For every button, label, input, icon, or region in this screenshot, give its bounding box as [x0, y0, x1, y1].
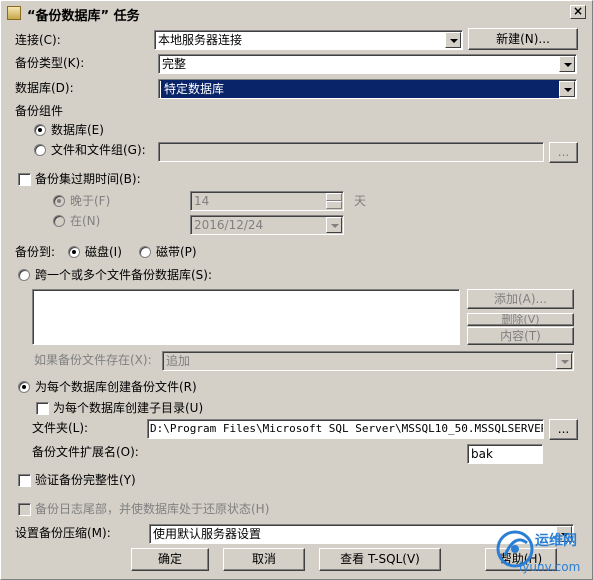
backup-to-disk-label: 磁盘(I): [85, 245, 122, 259]
expiry-days-value: 14: [194, 194, 210, 208]
component-files-radio[interactable]: [34, 144, 46, 156]
expiry-label: 备份集过期时间(B):: [35, 172, 141, 186]
expiry-checkbox[interactable]: [18, 173, 31, 186]
per-db-subdir-label: 为每个数据库创建子目录(U): [53, 401, 204, 415]
folder-browse-button[interactable]: ...: [549, 419, 578, 440]
if-exists-value: 追加: [166, 354, 191, 368]
chevron-down-icon[interactable]: [559, 56, 575, 72]
backup-to-tape-label: 磁带(P): [156, 245, 197, 259]
spin-up-icon[interactable]: [326, 193, 342, 201]
span-files-radio[interactable]: [18, 269, 30, 281]
database-label: 数据库(D):: [15, 81, 74, 95]
expiry-on-radio[interactable]: [53, 215, 65, 227]
component-files-label: 文件和文件组(G):: [51, 143, 146, 157]
extension-input[interactable]: bak: [467, 444, 543, 464]
chevron-down-icon[interactable]: [326, 217, 342, 233]
ok-button[interactable]: 确定: [131, 548, 209, 571]
tail-log-label: 备份日志尾部，并使数据库处于还原状态(H): [35, 502, 270, 516]
database-select[interactable]: 特定数据库: [158, 79, 577, 99]
tail-log-checkbox[interactable]: [18, 503, 31, 516]
new-connection-button[interactable]: 新建(N)...: [468, 28, 578, 50]
cancel-button[interactable]: 取消: [223, 548, 305, 571]
compression-label: 设置备份压缩(M):: [15, 526, 111, 540]
folder-label: 文件夹(L):: [32, 421, 89, 435]
per-db-subdir-checkbox[interactable]: [36, 402, 49, 415]
connection-label: 连接(C):: [15, 33, 61, 47]
per-db-file-radio[interactable]: [18, 381, 30, 393]
watermark-en-text: iyunv.com: [519, 560, 580, 574]
per-db-file-label: 为每个数据库创建备份文件(R): [35, 380, 197, 394]
filegroup-browse-button[interactable]: ...: [549, 142, 578, 163]
expiry-days-input[interactable]: 14: [190, 191, 344, 211]
if-exists-select[interactable]: 追加: [162, 351, 574, 371]
backup-database-dialog: “备份数据库” 任务 × 连接(C): 本地服务器连接 新建(N)... 备份类…: [0, 0, 593, 580]
backup-to-tape-radio[interactable]: [139, 246, 151, 258]
component-database-radio[interactable]: [34, 124, 46, 136]
expiry-after-radio[interactable]: [53, 195, 65, 207]
view-tsql-button[interactable]: 查看 T-SQL(V): [319, 548, 441, 571]
contents-button[interactable]: 内容(T): [467, 327, 574, 345]
compression-value: 使用默认服务器设置: [153, 527, 262, 541]
component-database-label: 数据库(E): [51, 123, 104, 137]
extension-label: 备份文件扩展名(O):: [32, 445, 139, 459]
expiry-days-unit: 天: [354, 194, 367, 208]
add-file-button[interactable]: 添加(A)...: [467, 289, 574, 309]
span-files-label: 跨一个或多个文件备份数据库(S):: [35, 268, 213, 282]
chevron-down-icon[interactable]: [445, 32, 461, 48]
backup-files-list[interactable]: [32, 289, 460, 345]
remove-file-button[interactable]: 删除(V): [467, 313, 574, 326]
expiry-on-label: 在(N): [70, 214, 101, 228]
close-button[interactable]: ×: [570, 5, 586, 19]
backup-component-label: 备份组件: [15, 104, 64, 118]
verify-checkbox[interactable]: [18, 474, 31, 487]
filegroup-field[interactable]: [158, 142, 544, 162]
database-value: 特定数据库: [161, 80, 559, 98]
window-title: “备份数据库” 任务: [27, 9, 140, 24]
backup-type-value: 完整: [162, 57, 187, 71]
backup-to-label: 备份到:: [15, 245, 56, 259]
watermark-cn-text: 运维网: [535, 532, 577, 549]
connection-select[interactable]: 本地服务器连接: [154, 30, 463, 50]
chevron-down-icon[interactable]: [556, 353, 572, 369]
title-bar: “备份数据库” 任务 ×: [3, 3, 590, 24]
backup-type-label: 备份类型(K):: [15, 56, 85, 70]
verify-label: 验证备份完整性(Y): [35, 473, 136, 487]
connection-value: 本地服务器连接: [158, 33, 243, 47]
folder-input[interactable]: D:\Program Files\Microsoft SQL Server\MS…: [147, 419, 544, 439]
spin-down-icon[interactable]: [326, 201, 342, 209]
if-exists-label: 如果备份文件存在(X):: [34, 353, 152, 367]
expiry-after-label: 晚于(F): [70, 194, 111, 208]
watermark-logo: 运维网 iyunv.com: [496, 530, 580, 574]
chevron-down-icon[interactable]: [559, 81, 575, 97]
backup-to-disk-radio[interactable]: [68, 246, 80, 258]
backup-type-select[interactable]: 完整: [158, 54, 577, 74]
database-app-icon: [7, 6, 21, 20]
expiry-date-value: 2016/12/24: [194, 218, 264, 232]
expiry-date-picker[interactable]: 2016/12/24: [190, 215, 344, 235]
